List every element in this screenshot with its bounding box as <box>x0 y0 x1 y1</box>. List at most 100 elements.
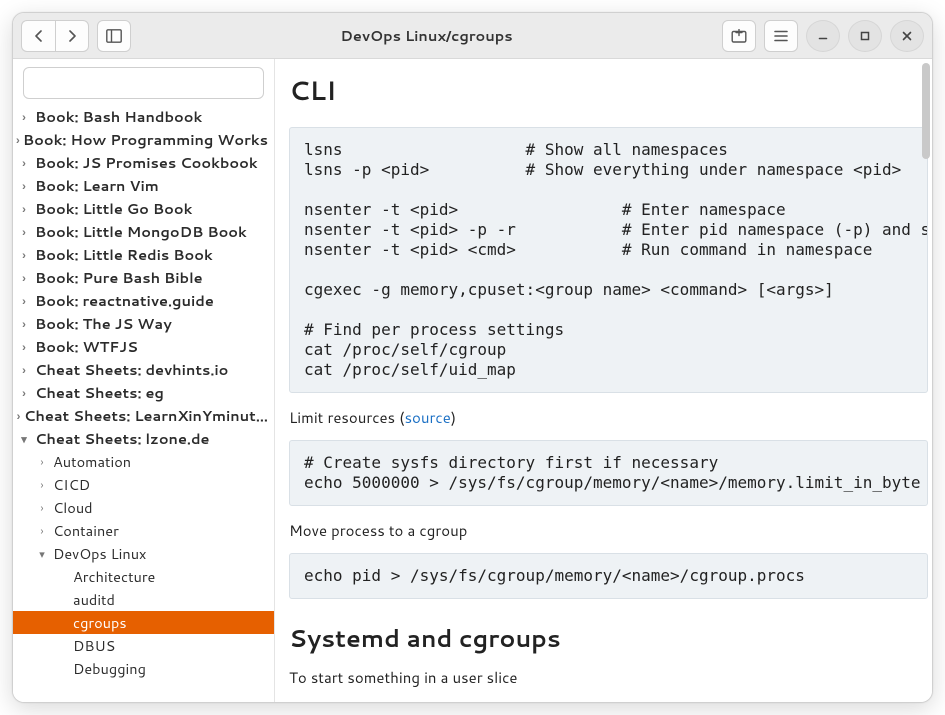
content-pane[interactable]: CLI lsns # Show all namespaces lsns -p <… <box>275 59 932 702</box>
tree-item-label: Book: The JS Way <box>35 313 172 334</box>
window-body: ›Book: Bash Handbook›Book: How Programmi… <box>13 59 932 702</box>
tree-book[interactable]: ›Book: reactnative.guide <box>13 289 274 312</box>
tree-item-label: Cheat Sheets: lzone.de <box>35 428 209 449</box>
window-title: DevOps Linux/cgroups <box>139 25 714 46</box>
tree-item-label: Book: reactnative.guide <box>35 290 214 311</box>
heading-cli: CLI <box>289 73 928 109</box>
tree-book[interactable]: ›Book: The JS Way <box>13 312 274 335</box>
tree-page[interactable]: Architecture <box>13 565 274 588</box>
heading-systemd: Systemd and cgroups <box>289 621 928 655</box>
chevron-down-icon: ▾ <box>15 431 33 447</box>
tree-book[interactable]: ›Cheat Sheets: eg <box>13 381 274 404</box>
search-input[interactable] <box>23 67 264 99</box>
titlebar: DevOps Linux/cgroups <box>13 13 932 59</box>
close-button[interactable] <box>890 20 924 52</box>
chevron-left-icon <box>33 30 45 42</box>
chevron-right-icon: › <box>15 385 33 401</box>
app-window: DevOps Linux/cgroups <box>12 12 933 703</box>
chevron-right-icon: › <box>33 454 51 470</box>
tree-item-label: Architecture <box>73 566 155 587</box>
tree-item-label: DevOps Linux <box>53 543 146 564</box>
tree-item-label: Book: How Programming Works <box>23 129 268 150</box>
move-process-text: Move process to a cgroup <box>289 520 928 541</box>
tree-item-label: Book: Pure Bash Bible <box>35 267 203 288</box>
tree-book[interactable]: ›Cheat Sheets: LearnXinYminut… <box>13 404 274 427</box>
chevron-right-icon: › <box>15 224 33 240</box>
close-icon <box>901 30 913 42</box>
chevron-right-icon <box>66 30 78 42</box>
forward-button[interactable] <box>55 20 89 52</box>
tree-book[interactable]: ›Book: How Programming Works <box>13 128 274 151</box>
chevron-right-icon: › <box>15 316 33 332</box>
chevron-right-icon: › <box>15 293 33 309</box>
tree-page[interactable]: Debugging <box>13 657 274 680</box>
tree-item-label: Book: Learn Vim <box>35 175 159 196</box>
chevron-down-icon: ▾ <box>33 546 51 562</box>
sidebar: ›Book: Bash Handbook›Book: How Programmi… <box>13 59 275 702</box>
tree-item-label: Container <box>53 520 119 541</box>
sidebar-toggle-button[interactable] <box>97 20 131 52</box>
search-container <box>13 59 274 105</box>
menu-button[interactable] <box>764 20 798 52</box>
nav-buttons <box>21 20 89 52</box>
tree-book[interactable]: ›Book: Little Go Book <box>13 197 274 220</box>
back-button[interactable] <box>21 20 55 52</box>
maximize-icon <box>859 30 871 42</box>
tree-item-label: Book: Bash Handbook <box>35 106 202 127</box>
tree-item-label: Cheat Sheets: devhints.io <box>35 359 228 380</box>
hamburger-icon <box>774 30 788 42</box>
limit-pre: Limit resources ( <box>289 407 405 428</box>
tree-item-label: cgroups <box>73 612 127 633</box>
chevron-right-icon: › <box>15 247 33 263</box>
tree-page[interactable]: cgroups <box>13 611 274 634</box>
minimize-icon <box>817 30 829 42</box>
minimize-button[interactable] <box>806 20 840 52</box>
tree-item-label: Cheat Sheets: eg <box>35 382 164 403</box>
chevron-right-icon: › <box>33 477 51 493</box>
tree-item-label: Book: Little Redis Book <box>35 244 213 265</box>
limit-post: ) <box>451 407 456 428</box>
tree-category[interactable]: ›Container <box>13 519 274 542</box>
scrollbar-thumb[interactable] <box>922 63 930 159</box>
tree-item-label: Book: Little MongoDB Book <box>35 221 247 242</box>
tree-item-label: Book: JS Promises Cookbook <box>35 152 258 173</box>
tree-devops-linux[interactable]: ▾DevOps Linux <box>13 542 274 565</box>
tree-book[interactable]: ›Book: Little Redis Book <box>13 243 274 266</box>
limit-resources-text: Limit resources (source) <box>289 407 928 428</box>
maximize-button[interactable] <box>848 20 882 52</box>
chevron-right-icon: › <box>15 408 22 424</box>
tree-book[interactable]: ›Book: Learn Vim <box>13 174 274 197</box>
tree-item-label: Book: WTFJS <box>35 336 138 357</box>
titlebar-right <box>722 20 924 52</box>
chevron-right-icon: › <box>15 178 33 194</box>
tree-category[interactable]: ›CICD <box>13 473 274 496</box>
tree-item-label: Debugging <box>73 658 146 679</box>
tree-view[interactable]: ›Book: Bash Handbook›Book: How Programmi… <box>13 105 274 702</box>
chevron-right-icon: › <box>15 109 33 125</box>
tree-item-label: auditd <box>73 589 115 610</box>
chevron-right-icon: › <box>15 339 33 355</box>
chevron-right-icon: › <box>33 500 51 516</box>
chevron-right-icon: › <box>15 270 33 286</box>
tree-category[interactable]: ›Automation <box>13 450 274 473</box>
tree-cheatsheets-lzone[interactable]: ▾Cheat Sheets: lzone.de <box>13 427 274 450</box>
tree-page[interactable]: DBUS <box>13 634 274 657</box>
chevron-right-icon: › <box>15 155 33 171</box>
new-tab-button[interactable] <box>722 20 756 52</box>
tree-book[interactable]: ›Book: JS Promises Cookbook <box>13 151 274 174</box>
tree-item-label: DBUS <box>73 635 115 656</box>
tree-category[interactable]: ›Cloud <box>13 496 274 519</box>
source-link[interactable]: source <box>405 407 451 428</box>
new-tab-icon <box>731 29 747 43</box>
chevron-right-icon: › <box>33 523 51 539</box>
tree-book[interactable]: ›Book: WTFJS <box>13 335 274 358</box>
tree-book[interactable]: ›Cheat Sheets: devhints.io <box>13 358 274 381</box>
tree-book[interactable]: ›Book: Bash Handbook <box>13 105 274 128</box>
tree-page[interactable]: auditd <box>13 588 274 611</box>
code-block-namespaces: lsns # Show all namespaces lsns -p <pid>… <box>289 127 928 393</box>
tree-item-label: CICD <box>53 474 90 495</box>
tree-book[interactable]: ›Book: Pure Bash Bible <box>13 266 274 289</box>
code-block-limit: # Create sysfs directory first if necess… <box>289 440 928 506</box>
tree-book[interactable]: ›Book: Little MongoDB Book <box>13 220 274 243</box>
chevron-right-icon: › <box>15 132 21 148</box>
